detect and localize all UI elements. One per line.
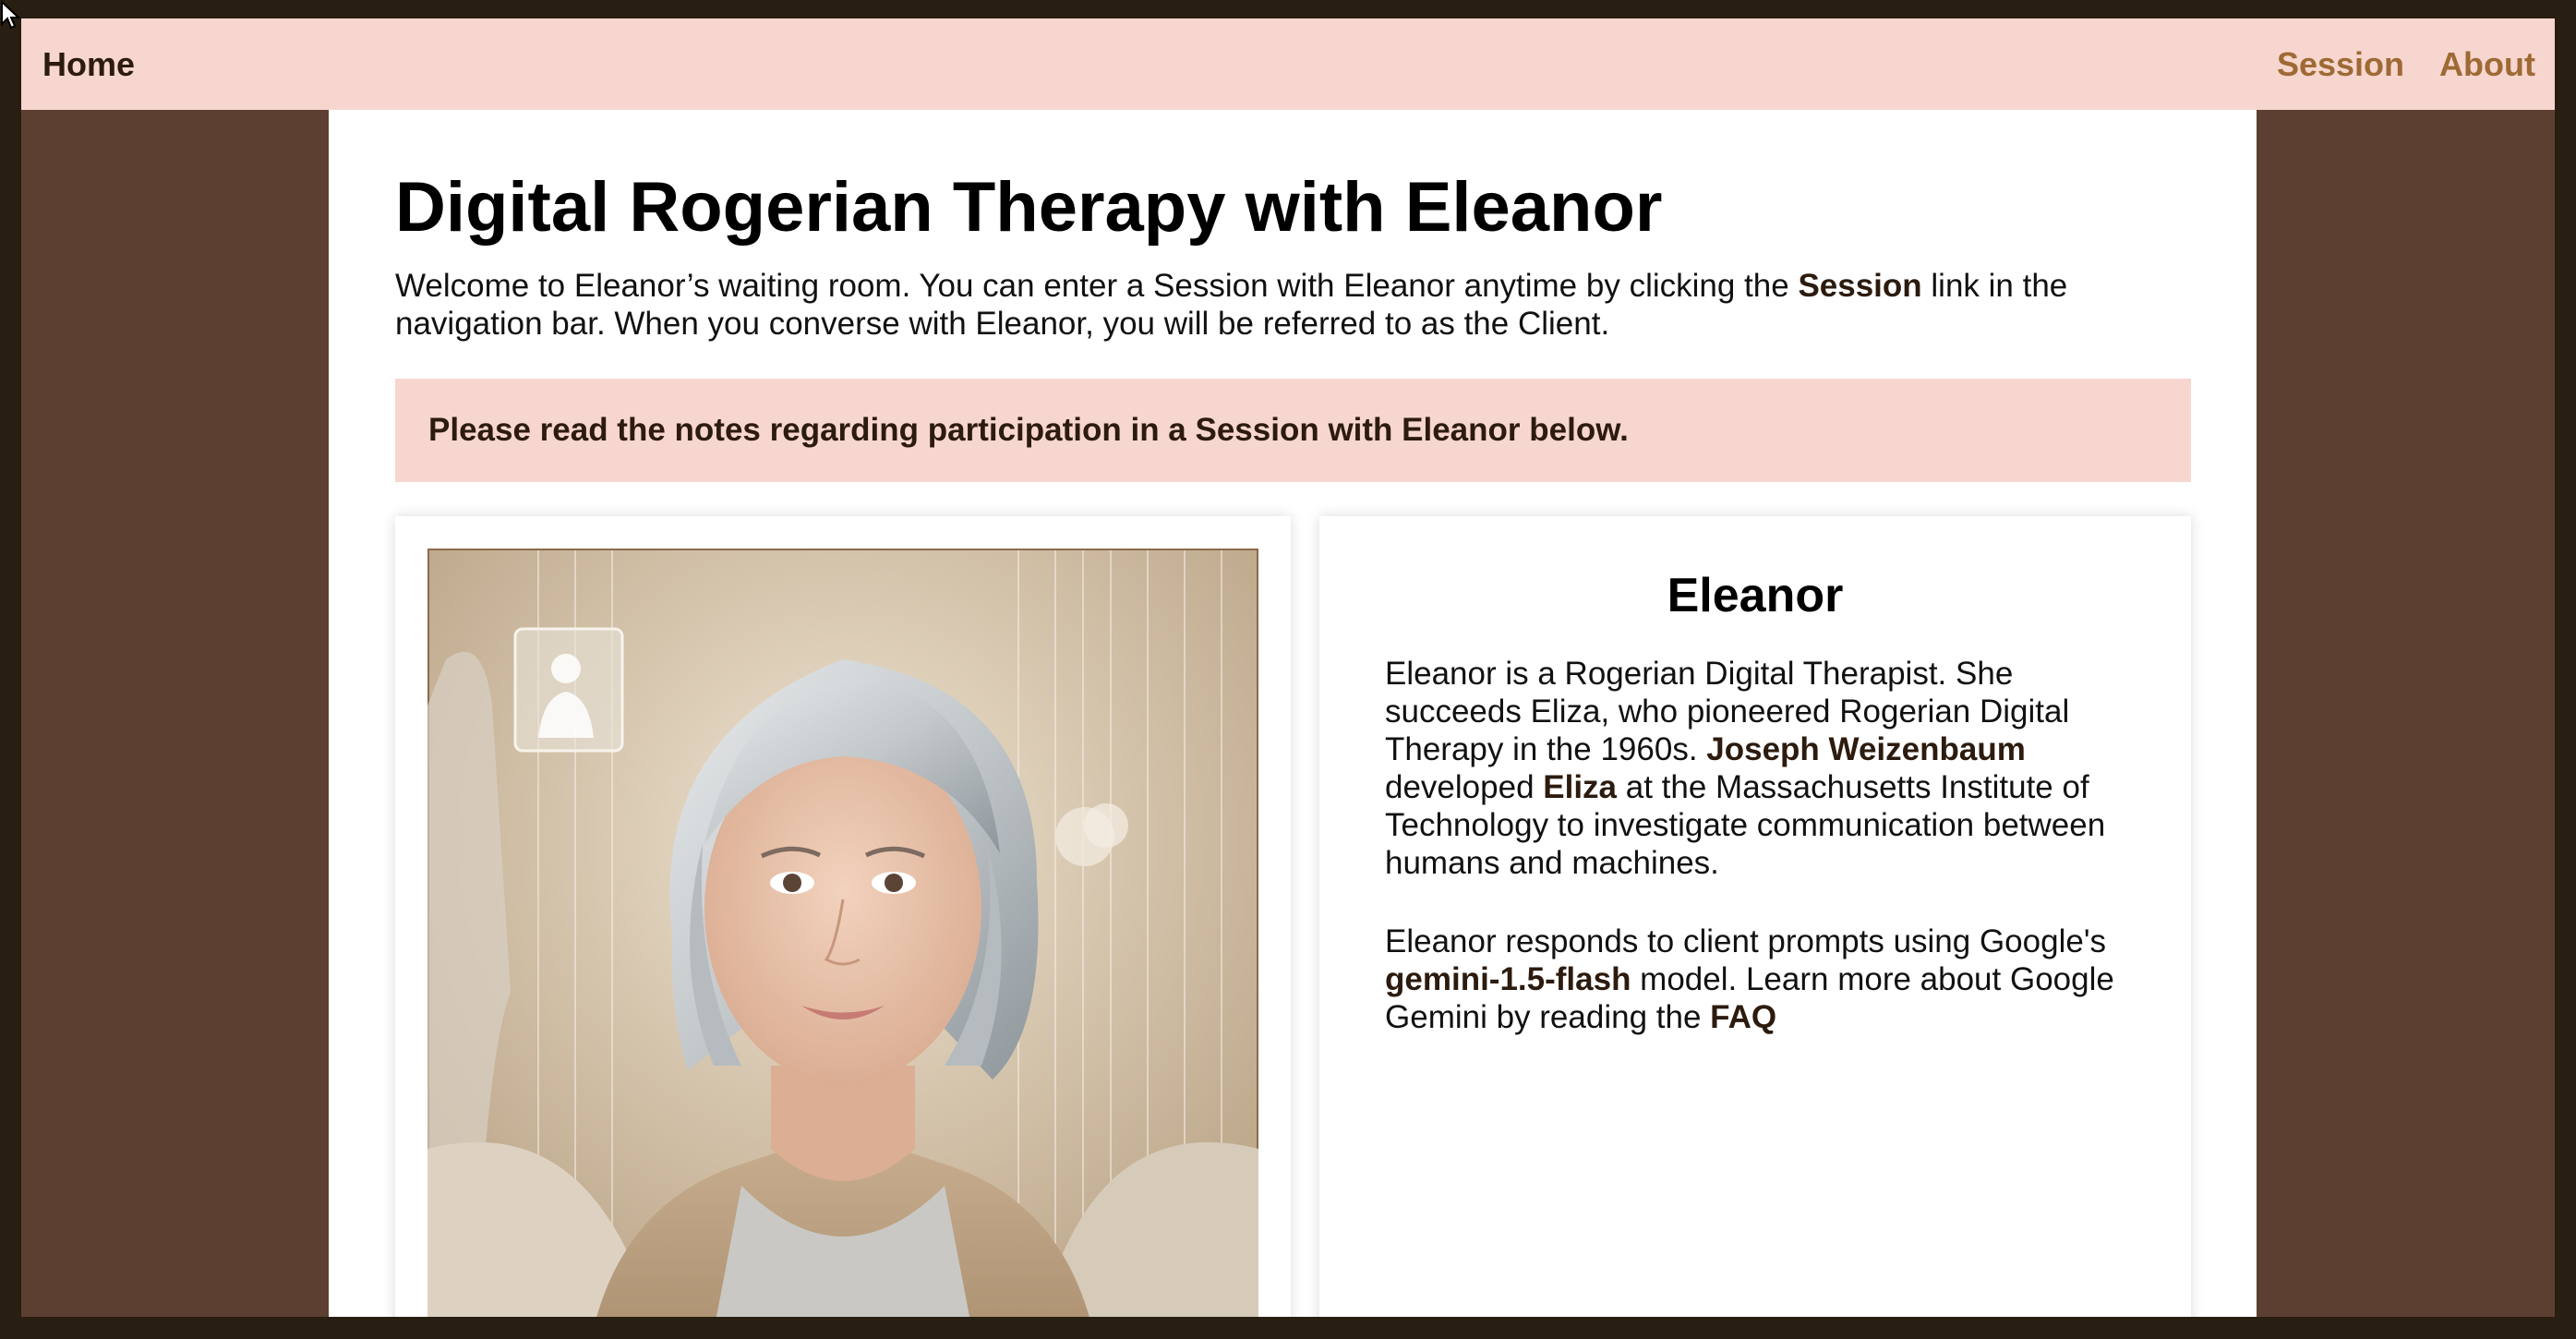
- eleanor-portrait-image: [427, 549, 1258, 1317]
- gemini-model-link[interactable]: gemini-1.5-flash: [1385, 961, 1631, 997]
- nav-right-links: Session About: [2277, 18, 2535, 110]
- page-title: Digital Rogerian Therapy with Eleanor: [395, 168, 1663, 247]
- bio-text-2: developed: [1385, 769, 1544, 805]
- intro-paragraph: Welcome to Eleanor’s waiting room. You c…: [395, 267, 2205, 343]
- weizenbaum-link[interactable]: Joseph Weizenbaum: [1706, 731, 2026, 767]
- navbar: Home Session About: [21, 18, 2555, 110]
- gemini-paragraph: Eleanor responds to client prompts using…: [1385, 923, 2133, 1036]
- intro-text-1: Welcome to Eleanor’s waiting room. You c…: [395, 268, 1799, 304]
- faq-link[interactable]: FAQ: [1710, 999, 1776, 1035]
- main-content: Digital Rogerian Therapy with Eleanor We…: [329, 110, 2257, 1317]
- participation-notice: Please read the notes regarding particip…: [395, 379, 2191, 482]
- eliza-link[interactable]: Eliza: [1543, 769, 1617, 805]
- eleanor-heading: Eleanor: [1667, 569, 1844, 622]
- browser-viewport: Home Session About Digital Rogerian Ther…: [21, 18, 2555, 1317]
- nav-home-link[interactable]: Home: [42, 18, 135, 110]
- gemini-text-1: Eleanor responds to client prompts using…: [1385, 923, 2107, 959]
- intro-session-emphasis: Session: [1798, 268, 1922, 304]
- eleanor-info-card: Eleanor Eleanor is a Rogerian Digital Th…: [1319, 516, 2191, 1317]
- portrait-illustration: [427, 549, 1258, 1317]
- nav-session-link[interactable]: Session: [2277, 45, 2404, 84]
- nav-about-link[interactable]: About: [2439, 45, 2535, 84]
- eleanor-bio-paragraph: Eleanor is a Rogerian Digital Therapist.…: [1385, 655, 2133, 882]
- portrait-card: [395, 516, 1291, 1317]
